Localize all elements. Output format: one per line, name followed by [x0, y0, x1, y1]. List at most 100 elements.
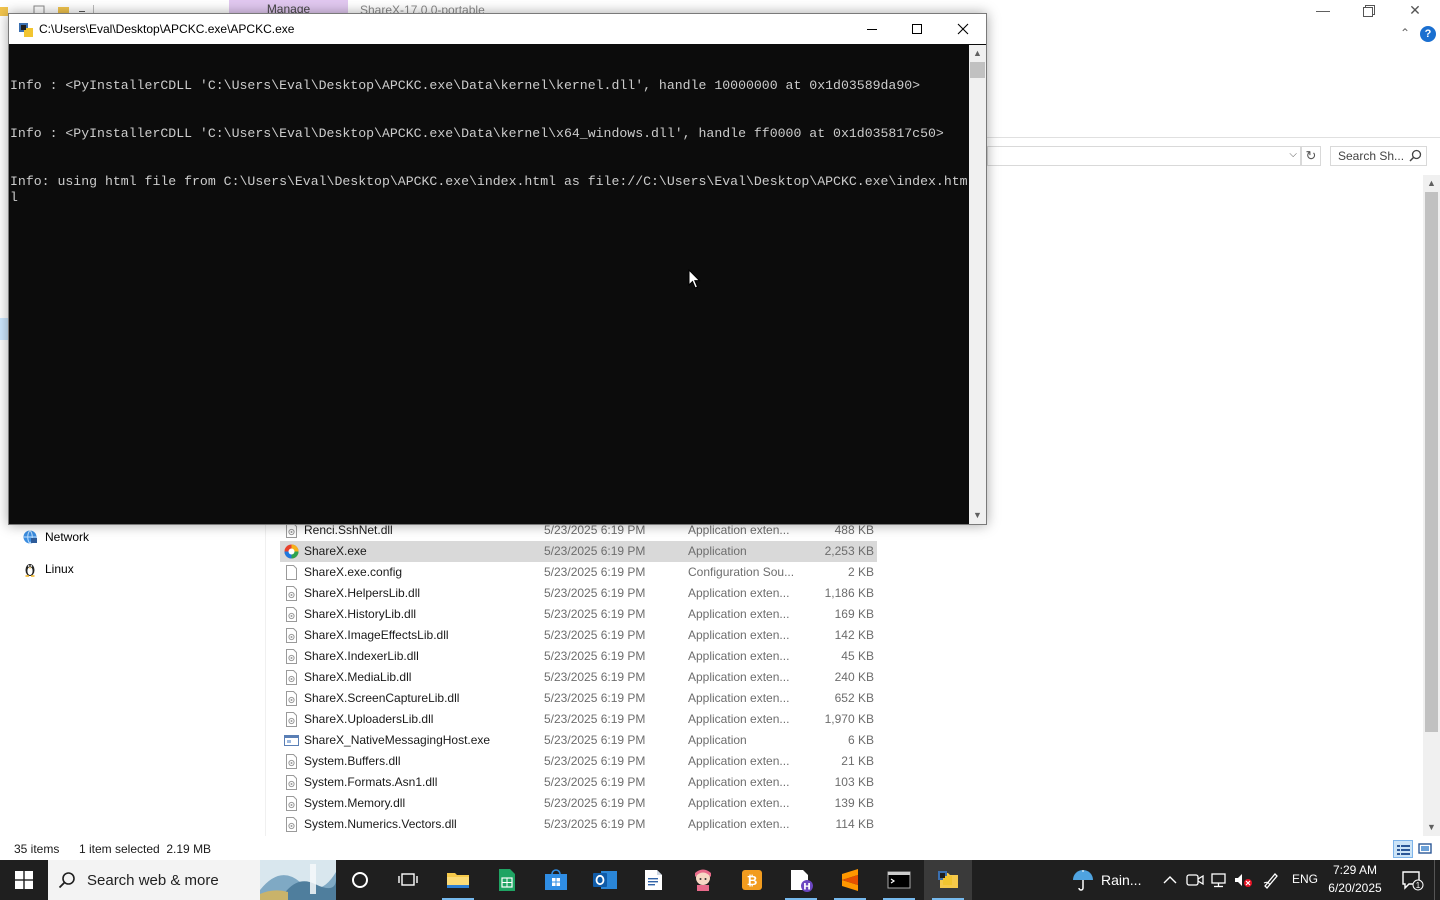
console-maximize-button[interactable]: [894, 14, 940, 44]
explorer-scrollbar[interactable]: ▲ ▼: [1423, 175, 1440, 836]
address-history-chevron-icon[interactable]: ⌵: [1289, 149, 1297, 160]
volume-muted-icon[interactable]: [1234, 871, 1252, 889]
taskbar-app-anime-character[interactable]: [679, 860, 727, 900]
sheets-icon: [499, 869, 515, 891]
help-icon[interactable]: ?: [1420, 26, 1436, 42]
clock-time[interactable]: 7:29 AM: [1328, 863, 1382, 877]
dll-file-icon: [284, 775, 299, 790]
file-row[interactable]: ShareX.HistoryLib.dll 5/23/2025 6:19 PM Ap…: [280, 604, 877, 625]
taskbar-search-box[interactable]: Search web & more: [48, 860, 336, 900]
pen-workspace-icon[interactable]: [1262, 871, 1280, 889]
file-type: Application: [688, 733, 747, 747]
nav-item-network[interactable]: Network: [22, 527, 89, 547]
taskbar-app-outlook[interactable]: [581, 860, 629, 900]
dll-file-icon: [284, 754, 299, 769]
file-size: 6 KB: [847, 733, 874, 747]
file-date-modified: 5/23/2025 6:19 PM: [544, 796, 646, 810]
file-size: 45 KB: [841, 649, 874, 663]
scroll-thumb[interactable]: [1425, 192, 1438, 732]
taskbar-app-sheets[interactable]: [483, 860, 531, 900]
exe-window-icon: [284, 733, 299, 748]
file-name: ShareX.exe: [304, 544, 367, 558]
meet-now-camera-icon[interactable]: [1186, 871, 1204, 889]
scroll-up-arrow-icon[interactable]: ▲: [969, 45, 986, 62]
details-view-icon: [1397, 845, 1410, 855]
taskbar-app-document-viewer[interactable]: [630, 860, 678, 900]
explorer-close-button[interactable]: ✕: [1392, 0, 1438, 22]
file-row[interactable]: ShareX.ImageEffectsLib.dll 5/23/2025 6:19…: [280, 625, 877, 646]
console-titlebar[interactable]: C:\Users\Eval\Desktop\APCKC.exe\APCKC.ex…: [9, 14, 986, 44]
python-console-icon: [938, 871, 958, 888]
file-type: Configuration Sou...: [688, 565, 795, 579]
file-name: Renci.SshNet.dll: [304, 523, 393, 537]
nav-item-linux[interactable]: Linux: [22, 559, 74, 579]
file-row[interactable]: ShareX.exe.config 5/23/2025 6:19 PM Config…: [280, 562, 877, 583]
network-status-icon[interactable]: [1210, 871, 1228, 889]
notification-count: 1: [1416, 881, 1421, 890]
taskbar-app-file-explorer[interactable]: [434, 860, 482, 900]
console-output[interactable]: Info : <PyInstallerCDLL 'C:\Users\Eval\D…: [9, 45, 969, 525]
file-row[interactable]: ShareX.HelpersLib.dll 5/23/2025 6:19 PM Ap…: [280, 583, 877, 604]
taskbar-app-notepad-h[interactable]: H: [777, 860, 825, 900]
taskbar-app-terminal[interactable]: [875, 860, 923, 900]
file-type: Application exten...: [688, 817, 790, 831]
file-row[interactable]: System.Buffers.dll 5/23/2025 6:19 PM Appli…: [280, 751, 877, 772]
scroll-down-arrow-icon[interactable]: ▼: [969, 507, 986, 524]
scroll-thumb[interactable]: [970, 62, 985, 78]
file-size: 240 KB: [834, 670, 874, 684]
ribbon-collapse-chevron-icon[interactable]: ⌃: [1400, 26, 1410, 40]
file-row[interactable]: ShareX_NativeMessagingHost.exe 5/23/2025 …: [280, 730, 877, 751]
dll-file-icon: [284, 586, 299, 601]
file-row[interactable]: ShareX.exe 5/23/2025 6:19 PM Application 2,…: [280, 541, 877, 562]
clock-date[interactable]: 6/20/2025: [1326, 881, 1384, 895]
taskbar-search-placeholder: Search web & more: [87, 872, 219, 889]
file-row[interactable]: System.Numerics.Vectors.dll 5/23/2025 6:1…: [280, 814, 877, 835]
task-view-button[interactable]: [384, 860, 432, 900]
console-close-button[interactable]: [940, 14, 986, 44]
cortana-button[interactable]: [336, 860, 384, 900]
address-bar[interactable]: ⌵: [987, 146, 1301, 166]
file-row[interactable]: ShareX.UploadersLib.dll 5/23/2025 6:19 PM…: [280, 709, 877, 730]
notifications-icon: 1: [1402, 871, 1424, 891]
file-date-modified: 5/23/2025 6:19 PM: [544, 691, 646, 705]
scroll-down-arrow-icon[interactable]: ▼: [1423, 819, 1440, 836]
file-row[interactable]: ShareX.IndexerLib.dll 5/23/2025 6:19 PM Ap…: [280, 646, 877, 667]
console-window[interactable]: C:\Users\Eval\Desktop\APCKC.exe\APCKC.ex…: [8, 13, 987, 525]
console-minimize-button[interactable]: [849, 14, 895, 44]
file-type: Application exten...: [688, 586, 790, 600]
file-size: 139 KB: [834, 796, 874, 810]
file-row[interactable]: System.Memory.dll 5/23/2025 6:19 PM Applic…: [280, 793, 877, 814]
explorer-restore-button[interactable]: [1346, 0, 1392, 22]
file-name: ShareX.HistoryLib.dll: [304, 607, 417, 621]
large-icons-view-button[interactable]: [1416, 840, 1436, 858]
file-row[interactable]: ShareX.ScreenCaptureLib.dll 5/23/2025 6:1…: [280, 688, 877, 709]
explorer-minimize-button[interactable]: —: [1300, 0, 1346, 22]
weather-widget[interactable]: Rain...: [1068, 860, 1146, 900]
taskbar-app-python-console[interactable]: [924, 860, 972, 900]
explorer-search-box[interactable]: [1330, 146, 1427, 166]
refresh-icon[interactable]: ↻: [1301, 146, 1321, 166]
file-size: 114 KB: [835, 817, 874, 831]
file-size: 142 KB: [834, 628, 874, 642]
taskbar-app-sublime-text[interactable]: [826, 860, 874, 900]
details-view-button[interactable]: [1393, 840, 1413, 858]
show-desktop-button[interactable]: [1434, 860, 1440, 900]
minimize-icon: [867, 29, 877, 30]
input-language-indicator[interactable]: ENG: [1292, 872, 1318, 886]
explorer-search-input[interactable]: [1331, 147, 1409, 165]
start-button[interactable]: [0, 860, 48, 900]
file-date-modified: 5/23/2025 6:19 PM: [544, 565, 646, 579]
scroll-up-arrow-icon[interactable]: ▲: [1423, 175, 1440, 192]
sharex-app-icon: [284, 544, 299, 559]
action-center-button[interactable]: 1: [1394, 860, 1430, 900]
taskbar-app-bitcoin-wallet[interactable]: ₿: [728, 860, 776, 900]
dll-file-icon: [284, 712, 299, 727]
file-row[interactable]: System.Formats.Asn1.dll 5/23/2025 6:19 PM…: [280, 772, 877, 793]
taskbar-app-microsoft-store[interactable]: [532, 860, 580, 900]
nav-item-label: Linux: [45, 562, 74, 576]
file-row[interactable]: ShareX.MediaLib.dll 5/23/2025 6:19 PM Appl…: [280, 667, 877, 688]
show-hidden-icons-chevron-icon[interactable]: [1161, 871, 1179, 889]
file-size: 2,253 KB: [824, 544, 874, 558]
file-explorer-icon: [447, 873, 469, 888]
console-scrollbar[interactable]: ▲ ▼: [969, 45, 986, 524]
